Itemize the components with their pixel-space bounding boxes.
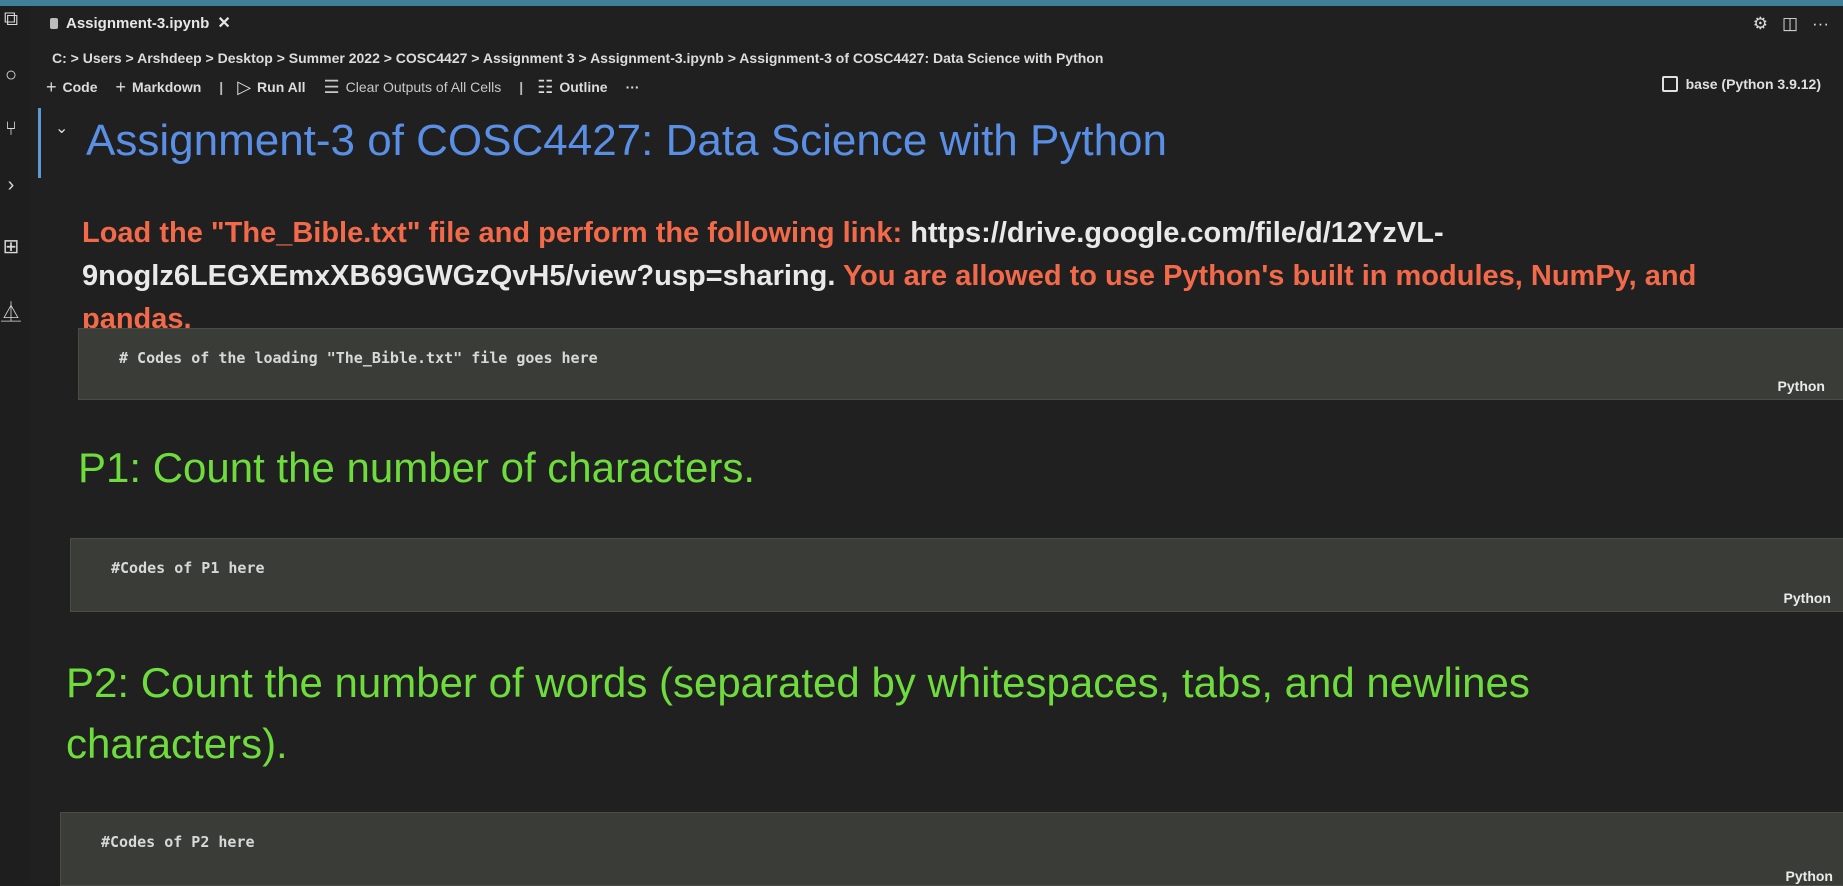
more-toolbar-button[interactable]: ··· [626, 79, 640, 95]
p1-heading: P1: Count the number of characters. [78, 444, 755, 492]
flask-icon[interactable]: ⏅ [0, 302, 22, 324]
assignment-instructions: Load the "The_Bible.txt" file and perfor… [82, 212, 1802, 341]
clear-outputs-button[interactable]: ☰ Clear Outputs of All Cells [324, 77, 502, 98]
code-cell-p2[interactable]: #Codes of P2 here [60, 812, 1843, 886]
p2-heading: P2: Count the number of words (separated… [66, 652, 1746, 774]
kernel-icon [1662, 76, 1678, 92]
clear-all-icon: ☰ [324, 77, 340, 98]
activity-bar: ⧉ ○ ⑂ › ⊞ ⏅ [0, 6, 30, 883]
page-title: Assignment-3 of COSC4427: Data Science w… [86, 116, 1167, 166]
add-markdown-cell-button[interactable]: + Markdown [116, 77, 202, 98]
plus-icon: + [116, 77, 127, 98]
code-cell-text[interactable]: #Codes of P2 here [101, 833, 255, 851]
outline-label: Outline [559, 79, 607, 95]
explorer-icon[interactable]: ⧉ [0, 8, 22, 30]
add-code-label: Code [63, 79, 98, 95]
notebook-file-icon [50, 18, 58, 29]
run-all-button[interactable]: ▷ Run All [237, 77, 305, 98]
extensions-icon[interactable]: ⊞ [0, 236, 22, 258]
split-editor-icon[interactable]: ◫ [1782, 14, 1798, 34]
run-all-label: Run All [257, 79, 305, 95]
add-code-cell-button[interactable]: + Code [46, 77, 98, 98]
kernel-picker[interactable]: base (Python 3.9.12) [1662, 76, 1821, 92]
active-cell-indicator [38, 108, 41, 178]
clear-outputs-label: Clear Outputs of All Cells [346, 79, 502, 95]
close-icon[interactable]: ✕ [217, 13, 230, 33]
code-cell-text[interactable]: #Codes of P1 here [111, 559, 265, 577]
settings-icon[interactable]: ⚙ [1753, 14, 1768, 34]
breadcrumb[interactable]: C: > Users > Arshdeep > Desktop > Summer… [52, 50, 1103, 66]
notebook-editor: Assignment-3.ipynb ✕ ⚙ ◫ ··· C: > Users … [30, 6, 1843, 883]
editor-tab[interactable]: Assignment-3.ipynb ✕ [50, 10, 231, 36]
instructions-prefix: Load the "The_Bible.txt" file and perfor… [82, 217, 910, 249]
code-cell-text[interactable]: # Codes of the loading "The_Bible.txt" f… [119, 349, 598, 367]
chevron-down-icon[interactable]: ⌄ [55, 118, 68, 138]
kernel-label: base (Python 3.9.12) [1686, 76, 1821, 92]
cell-language-label[interactable]: Python [1784, 590, 1831, 606]
code-cell-load[interactable]: # Codes of the loading "The_Bible.txt" f… [78, 328, 1843, 400]
run-debug-icon[interactable]: › [0, 174, 22, 196]
notebook-toolbar: + Code + Markdown | ▷ Run All ☰ Clear Ou… [46, 74, 1843, 100]
toolbar-divider: | [519, 79, 523, 95]
plus-icon: + [46, 77, 57, 98]
outline-button[interactable]: ☷ Outline [537, 77, 607, 98]
list-icon: ☷ [537, 77, 553, 98]
toolbar-divider: | [219, 79, 223, 95]
add-markdown-label: Markdown [132, 79, 201, 95]
more-actions-icon[interactable]: ··· [1812, 14, 1829, 34]
tab-title: Assignment-3.ipynb [66, 15, 209, 32]
play-icon: ▷ [237, 77, 251, 98]
search-icon[interactable]: ○ [0, 64, 22, 86]
cell-language-label[interactable]: Python [1778, 378, 1825, 394]
source-control-icon[interactable]: ⑂ [0, 118, 22, 140]
code-cell-p1[interactable]: #Codes of P1 here [70, 538, 1843, 612]
cell-language-label[interactable]: Python [1786, 868, 1833, 884]
editor-actions: ⚙ ◫ ··· [1753, 14, 1829, 34]
